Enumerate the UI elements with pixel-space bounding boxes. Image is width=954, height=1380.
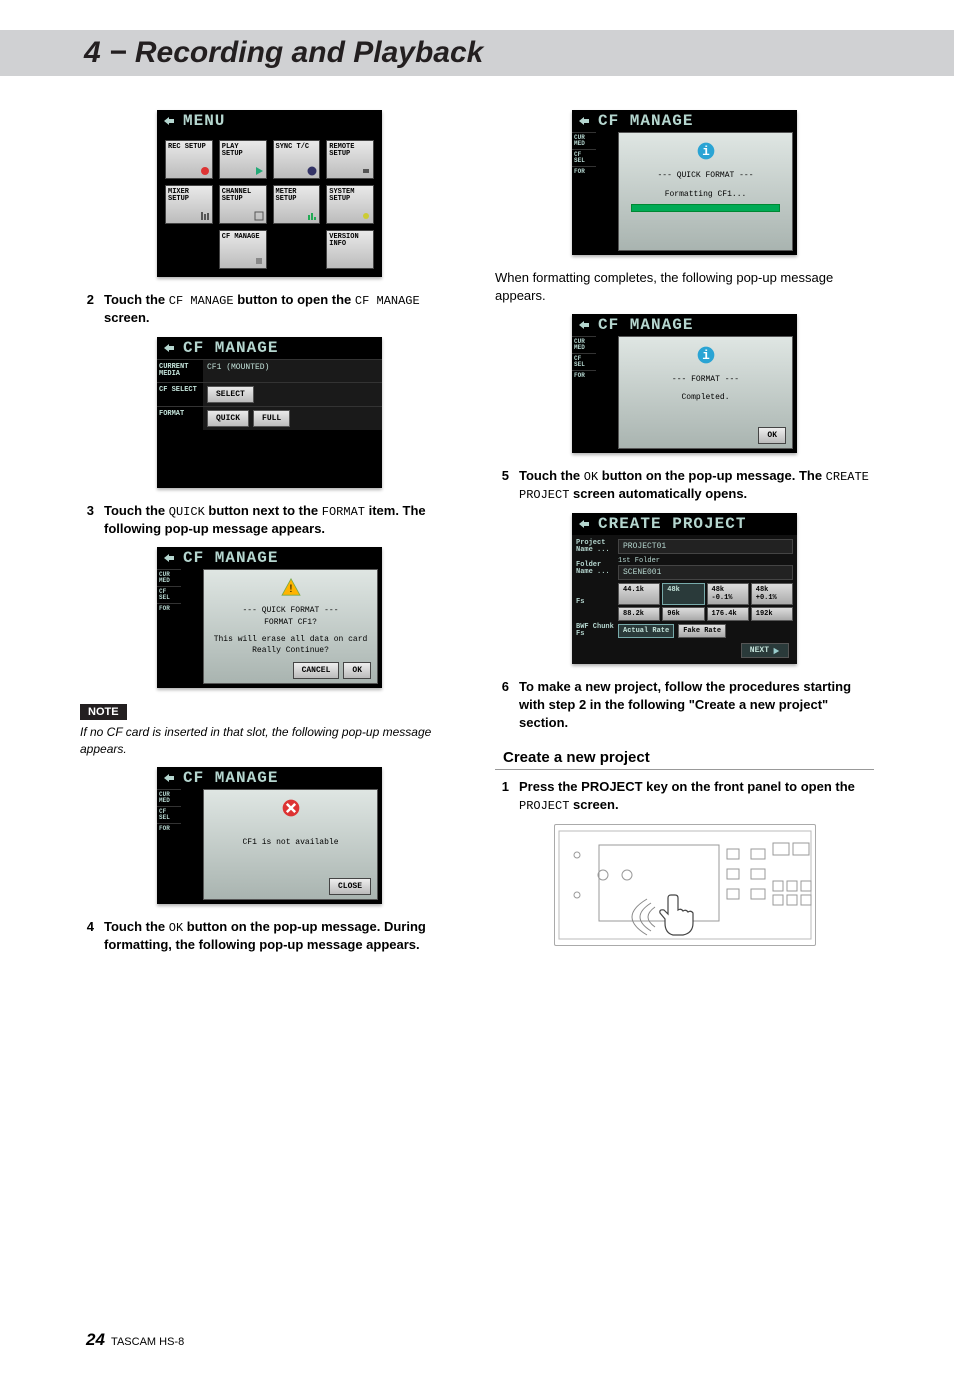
back-icon — [161, 341, 177, 355]
screenshot-create-project: CREATE PROJECT Project Name ...PROJECT01… — [572, 513, 797, 664]
back-icon — [161, 771, 177, 785]
screenshot-quick-format: CF MANAGE CUR MEDCF SELFOR ! --- QUICK F… — [157, 547, 382, 688]
right-column: CF MANAGE CUR MEDCF SELFOR i --- QUICK F… — [495, 102, 874, 964]
cancel-button[interactable]: CANCEL — [293, 662, 340, 679]
menu-remote-setup[interactable]: REMOTE SETUP — [326, 140, 374, 179]
fs-192k[interactable]: 192k — [751, 607, 793, 621]
step-6: 6 To make a new project, follow the proc… — [495, 678, 874, 731]
record-icon — [200, 166, 210, 176]
folder-name-field[interactable]: SCENE001 — [618, 565, 793, 580]
screenshot-menu: MENU REC SETUP PLAY SETUP SYNC T/C REMOT… — [157, 110, 382, 277]
warning-icon: ! — [210, 578, 371, 601]
screenshot-completed: CF MANAGE CUR MEDCF SELFOR i --- FORMAT … — [572, 314, 797, 453]
screenshot-cf-manage: CF MANAGE CURRENT MEDIACF1 (MOUNTED) CF … — [157, 337, 382, 488]
cf-icon — [254, 256, 264, 266]
bwf-actual[interactable]: Actual Rate — [618, 624, 674, 638]
select-button[interactable]: SELECT — [207, 386, 254, 403]
mixer-icon — [200, 211, 210, 221]
subheading-create-project: Create a new project — [495, 749, 874, 770]
menu-system-setup[interactable]: SYSTEM SETUP — [326, 185, 374, 224]
svg-text:i: i — [702, 145, 710, 159]
back-icon — [576, 114, 592, 128]
menu-title: MENU — [183, 112, 225, 130]
completed-popup: i --- FORMAT --- Completed. OK — [618, 336, 793, 449]
quick-button[interactable]: QUICK — [207, 410, 249, 427]
info-icon: i — [625, 345, 786, 370]
screenshot-not-available: CF MANAGE CUR MEDCF SELFOR CF1 is not av… — [157, 767, 382, 904]
fs-48k-minus[interactable]: 48k -0.1% — [707, 583, 749, 605]
back-icon — [576, 517, 592, 531]
svg-text:i: i — [702, 350, 710, 364]
after-format-text: When formatting completes, the following… — [495, 269, 874, 304]
menu-mixer-setup[interactable]: MIXER SETUP — [165, 185, 213, 224]
remote-icon — [361, 166, 371, 176]
fs-88-2k[interactable]: 88.2k — [618, 607, 660, 621]
menu-channel-setup[interactable]: CHANNEL SETUP — [219, 185, 267, 224]
step-5: 5 Touch the OK button on the pop-up mess… — [495, 467, 874, 503]
play-icon — [254, 166, 264, 176]
full-button[interactable]: FULL — [253, 410, 290, 427]
fs-44-1k[interactable]: 44.1k — [618, 583, 660, 605]
not-available-popup: CF1 is not available CLOSE — [203, 789, 378, 900]
fs-48k[interactable]: 48k — [662, 583, 704, 605]
fs-48k-plus[interactable]: 48k +0.1% — [751, 583, 793, 605]
back-icon — [161, 551, 177, 565]
sync-icon — [307, 166, 317, 176]
note-label: NOTE — [80, 704, 127, 720]
note-text: If no CF card is inserted in that slot, … — [80, 724, 459, 756]
info-icon: i — [625, 141, 786, 166]
step-2: 2 Touch the CF MANAGE button to open the… — [80, 291, 459, 327]
close-button[interactable]: CLOSE — [329, 878, 371, 895]
section-header: 4 − Recording and Playback — [0, 30, 954, 76]
gear-icon — [361, 211, 371, 221]
channel-icon — [254, 211, 264, 221]
menu-cf-manage[interactable]: CF MANAGE — [219, 230, 267, 269]
ok-button[interactable]: OK — [758, 427, 786, 444]
menu-meter-setup[interactable]: METER SETUP — [273, 185, 321, 224]
fs-176-4k[interactable]: 176.4k — [707, 607, 749, 621]
step-3: 3 Touch the QUICK button next to the FOR… — [80, 502, 459, 538]
menu-rec-setup[interactable]: REC SETUP — [165, 140, 213, 179]
menu-sync-tc[interactable]: SYNC T/C — [273, 140, 321, 179]
menu-play-setup[interactable]: PLAY SETUP — [219, 140, 267, 179]
page-footer: 24 TASCAM HS-8 — [86, 1330, 184, 1350]
section-title: 4 − Recording and Playback — [84, 36, 483, 70]
error-icon — [210, 798, 371, 823]
svg-text:!: ! — [287, 584, 293, 596]
progress-bar — [631, 204, 780, 212]
next-button[interactable]: NEXT — [741, 643, 789, 658]
back-icon — [576, 318, 592, 332]
screenshot-formatting: CF MANAGE CUR MEDCF SELFOR i --- QUICK F… — [572, 110, 797, 255]
back-icon — [161, 114, 177, 128]
ok-button[interactable]: OK — [343, 662, 371, 679]
quick-format-popup: ! --- QUICK FORMAT --- FORMAT CF1? This … — [203, 569, 378, 684]
step-1b: 1 Press the PROJECT key on the front pan… — [495, 778, 874, 814]
formatting-popup: i --- QUICK FORMAT --- Formatting CF1... — [618, 132, 793, 251]
step-4: 4 Touch the OK button on the pop-up mess… — [80, 918, 459, 954]
bwf-fake[interactable]: Fake Rate — [678, 624, 726, 638]
front-panel-illustration — [554, 824, 816, 946]
left-column: MENU REC SETUP PLAY SETUP SYNC T/C REMOT… — [80, 102, 459, 964]
project-name-field[interactable]: PROJECT01 — [618, 539, 793, 554]
fs-96k[interactable]: 96k — [662, 607, 704, 621]
meter-icon — [307, 211, 317, 221]
menu-version-info[interactable]: VERSION INFO — [326, 230, 374, 269]
